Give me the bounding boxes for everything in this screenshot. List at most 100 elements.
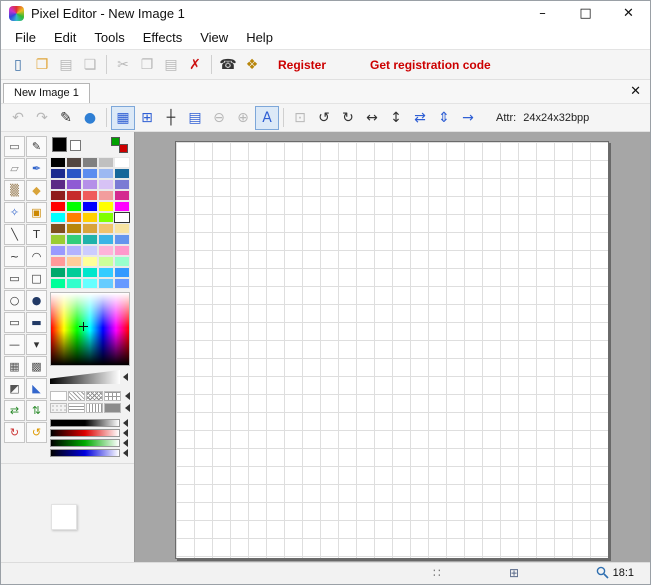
- pattern-hlines[interactable]: [68, 403, 85, 413]
- filled-ellipse-tool[interactable]: ●: [26, 290, 47, 311]
- register-link[interactable]: Register: [278, 58, 326, 72]
- palette-swatch[interactable]: [82, 168, 98, 179]
- palette-swatch[interactable]: [66, 278, 82, 289]
- palette-swatch[interactable]: [114, 168, 130, 179]
- palette-swatch[interactable]: [50, 179, 66, 190]
- palette-swatch[interactable]: [50, 190, 66, 201]
- filled-rounded-rect-tool[interactable]: ▬: [26, 312, 47, 333]
- close-button[interactable]: ✕: [607, 1, 650, 25]
- palette-swatch[interactable]: [50, 201, 66, 212]
- palette-swatch[interactable]: [114, 256, 130, 267]
- palette-swatch[interactable]: [114, 157, 130, 168]
- menu-effects[interactable]: Effects: [134, 27, 192, 48]
- rectangle-tool[interactable]: ▭: [4, 268, 25, 289]
- pattern-fill-tool[interactable]: ▦: [4, 356, 25, 377]
- flip-vertical-tool-tool[interactable]: ⇅: [26, 400, 47, 421]
- menu-view[interactable]: View: [191, 27, 237, 48]
- register-phone-button[interactable]: ☎: [216, 53, 240, 77]
- curve-tool[interactable]: ~: [4, 246, 25, 267]
- palette-swatch[interactable]: [114, 234, 130, 245]
- dither-fill-tool[interactable]: ▩: [26, 356, 47, 377]
- palette-swatch[interactable]: [114, 212, 130, 223]
- menu-file[interactable]: File: [6, 27, 45, 48]
- brightness-slider[interactable]: [50, 370, 120, 384]
- rotate-right-tool-tool[interactable]: ↻: [4, 422, 25, 443]
- arc-tool[interactable]: ◠: [26, 246, 47, 267]
- palette-swatch[interactable]: [50, 223, 66, 234]
- tile-preview-button[interactable]: ▤: [183, 106, 207, 130]
- rounded-rect-outline-tool[interactable]: ▭: [4, 312, 25, 333]
- palette-swatch[interactable]: [82, 157, 98, 168]
- text-tool[interactable]: T: [26, 224, 47, 245]
- pattern-vlines[interactable]: [86, 403, 103, 413]
- rect-select-tool[interactable]: ▭: [4, 136, 25, 157]
- palette-swatch[interactable]: [66, 179, 82, 190]
- blue-ramp-arrow-icon[interactable]: [123, 449, 128, 457]
- canvas[interactable]: [175, 141, 609, 559]
- corner-gradient-tool[interactable]: ◣: [26, 378, 47, 399]
- red-ramp[interactable]: [50, 429, 120, 437]
- blue-ramp[interactable]: [50, 449, 120, 457]
- zoom-icon[interactable]: [596, 566, 609, 579]
- palette-swatch[interactable]: [66, 212, 82, 223]
- palette-swatch[interactable]: [66, 267, 82, 278]
- palette-swatch[interactable]: [50, 278, 66, 289]
- red-ramp-arrow-icon[interactable]: [123, 429, 128, 437]
- palette-swatch[interactable]: [82, 201, 98, 212]
- palette-swatch[interactable]: [98, 234, 114, 245]
- palette-swatch[interactable]: [66, 190, 82, 201]
- pattern-dark[interactable]: [104, 403, 121, 413]
- palette-swatch[interactable]: [50, 256, 66, 267]
- line-style-tool[interactable]: ▾: [26, 334, 47, 355]
- water-drop-button[interactable]: ●: [78, 106, 102, 130]
- center-lines-button[interactable]: ┼: [159, 106, 183, 130]
- palette-swatch[interactable]: [98, 267, 114, 278]
- palette-swatch[interactable]: [82, 245, 98, 256]
- palette-swatch[interactable]: [82, 212, 98, 223]
- palette-swatch[interactable]: [66, 201, 82, 212]
- foreground-color-swatch[interactable]: [52, 137, 67, 152]
- shift-horizontal-button[interactable]: ⇄: [408, 106, 432, 130]
- brush-tool[interactable]: ▒: [4, 180, 25, 201]
- palette-swatch[interactable]: [82, 278, 98, 289]
- palette-swatch[interactable]: [50, 234, 66, 245]
- pattern-blank[interactable]: [50, 391, 67, 401]
- green-ramp-arrow-icon[interactable]: [123, 439, 128, 447]
- palette-swatch[interactable]: [66, 223, 82, 234]
- background-color-swatch[interactable]: [70, 140, 81, 151]
- pattern-arrow-icon[interactable]: [125, 392, 130, 400]
- palette-swatch[interactable]: [82, 179, 98, 190]
- black-ramp-arrow-icon[interactable]: [123, 419, 128, 427]
- color-picker-button[interactable]: ✎: [54, 106, 78, 130]
- palette-swatch[interactable]: [98, 256, 114, 267]
- palette-swatch[interactable]: [66, 245, 82, 256]
- palette-swatch[interactable]: [114, 245, 130, 256]
- palette-swatch[interactable]: [66, 157, 82, 168]
- menu-help[interactable]: Help: [237, 27, 282, 48]
- maximize-button[interactable]: □: [564, 1, 607, 25]
- green-ramp[interactable]: [50, 439, 120, 447]
- show-grid-button[interactable]: ▦: [111, 106, 135, 130]
- gradient-fill-tool[interactable]: ◩: [4, 378, 25, 399]
- register-key-button[interactable]: ❖: [240, 53, 264, 77]
- palette-swatch[interactable]: [98, 190, 114, 201]
- palette-swatch[interactable]: [50, 212, 66, 223]
- fill-bucket-tool[interactable]: ◆: [26, 180, 47, 201]
- pattern-arrow-icon[interactable]: [125, 404, 130, 412]
- tab-close-button[interactable]: ✕: [630, 84, 641, 99]
- palette-swatch[interactable]: [98, 223, 114, 234]
- palette-swatch[interactable]: [50, 157, 66, 168]
- palette-swatch[interactable]: [114, 278, 130, 289]
- palette-swatch[interactable]: [98, 168, 114, 179]
- palette-swatch[interactable]: [114, 201, 130, 212]
- palette-swatch[interactable]: [98, 212, 114, 223]
- palette-swatch[interactable]: [82, 190, 98, 201]
- line-width-tool[interactable]: —: [4, 334, 25, 355]
- palette-swatch[interactable]: [98, 179, 114, 190]
- flip-vertical-button[interactable]: ↕: [384, 106, 408, 130]
- palette-swatch[interactable]: [114, 223, 130, 234]
- open-button[interactable]: ❐: [30, 53, 54, 77]
- get-registration-code-link[interactable]: Get registration code: [370, 58, 491, 72]
- palette-swatch[interactable]: [114, 179, 130, 190]
- menu-tools[interactable]: Tools: [85, 27, 133, 48]
